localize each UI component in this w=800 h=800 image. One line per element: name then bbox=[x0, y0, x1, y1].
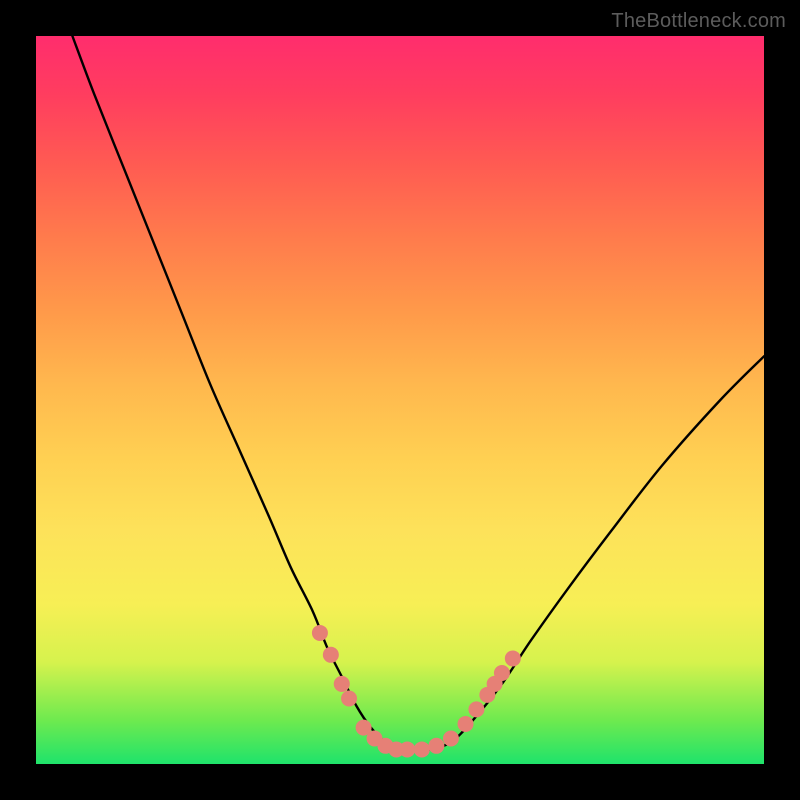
highlight-markers bbox=[312, 625, 521, 757]
marker-dot bbox=[505, 650, 521, 666]
watermark-text: TheBottleneck.com bbox=[611, 10, 786, 33]
marker-dot bbox=[312, 625, 328, 641]
plot-area bbox=[36, 36, 764, 764]
marker-dot bbox=[443, 731, 459, 747]
curve-overlay bbox=[36, 36, 764, 764]
marker-dot bbox=[468, 701, 484, 717]
chart-frame: TheBottleneck.com bbox=[0, 0, 800, 800]
marker-dot bbox=[341, 690, 357, 706]
bottleneck-curve bbox=[72, 36, 764, 750]
marker-dot bbox=[428, 738, 444, 754]
marker-dot bbox=[458, 716, 474, 732]
marker-dot bbox=[323, 647, 339, 663]
marker-dot bbox=[334, 676, 350, 692]
marker-dot bbox=[494, 665, 510, 681]
marker-dot bbox=[414, 741, 430, 757]
marker-dot bbox=[399, 741, 415, 757]
